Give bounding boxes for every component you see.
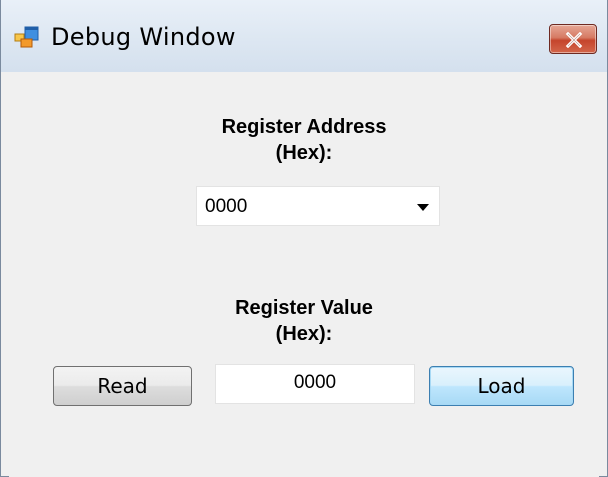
debug-window: Debug Window Register Address (Hex): 000… — [0, 0, 608, 477]
application-window-icon[interactable] — [14, 26, 40, 48]
register-value-label-line1: Register Value — [235, 297, 373, 319]
chevron-down-icon[interactable] — [417, 204, 429, 211]
register-address-label: Register Address (Hex): — [9, 114, 599, 166]
register-address-value: 0000 — [205, 196, 248, 217]
load-button[interactable]: Load — [429, 366, 574, 406]
client-area: Register Address (Hex): 0000 Register Va… — [9, 72, 599, 477]
window-title: Debug Window — [51, 23, 236, 51]
close-button[interactable] — [549, 24, 597, 54]
register-value-field[interactable]: 0000 — [215, 364, 415, 404]
title-bar[interactable]: Debug Window — [1, 0, 607, 72]
read-button[interactable]: Read — [53, 366, 192, 406]
register-value-label: Register Value (Hex): — [9, 295, 599, 347]
register-address-dropdown[interactable]: 0000 — [196, 186, 440, 226]
register-address-label-line2: (Hex): — [275, 142, 333, 164]
register-value-label-line2: (Hex): — [275, 323, 333, 345]
register-address-label-line1: Register Address — [221, 116, 387, 138]
close-icon — [565, 32, 583, 48]
